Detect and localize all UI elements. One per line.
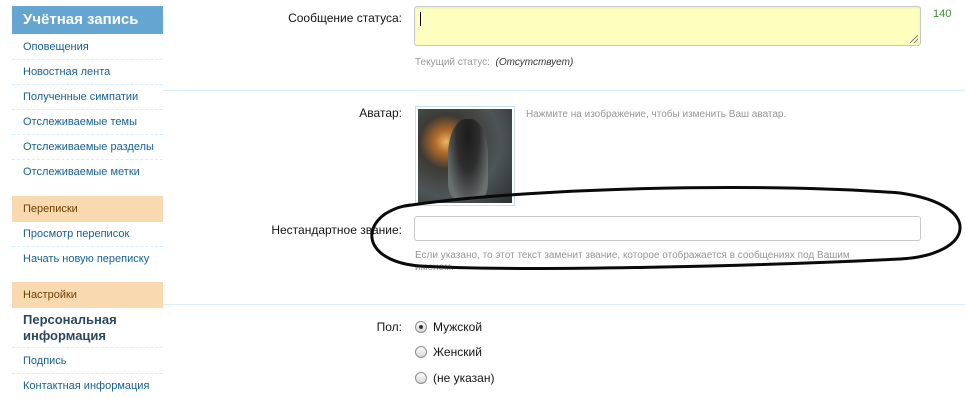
gender-option-male[interactable]: Мужской [415,320,482,334]
current-status: Текущий статус: (Отсутствует) [415,57,573,68]
avatar-image [418,109,512,203]
sidebar-item-personal-info[interactable]: Персональная информация [12,312,163,348]
sidebar-item-likes-received[interactable]: Полученные симпатии [12,85,163,110]
gender-label: Пол: [376,320,402,334]
gender-option-label: Мужской [433,320,483,334]
custom-title-input[interactable] [414,216,921,241]
status-textarea[interactable] [414,6,921,46]
sidebar-item-alerts[interactable]: Оповещения [12,35,163,60]
avatar-hint: Нажмите на изображение, чтобы изменить В… [526,109,787,120]
sidebar-item-watched-tags[interactable]: Отслеживаемые метки [12,160,163,185]
gender-option-label: (не указан) [433,371,495,385]
sidebar-item-view-conversations[interactable]: Просмотр переписок [12,222,163,247]
status-label: Сообщение статуса: [288,11,402,25]
divider [163,90,965,91]
custom-title-hint-line1: Если указано, то этот текст заменит зван… [415,250,850,261]
avatar-label: Аватар: [359,106,402,120]
custom-title-hint-line2: именем. [415,262,454,273]
gender-option-female[interactable]: Женский [415,345,482,359]
current-status-label: Текущий статус: [415,57,490,68]
gender-option-unspecified[interactable]: (не указан) [415,371,494,385]
sidebar-item-contact-info[interactable]: Контактная информация [12,374,163,399]
radio-icon[interactable] [415,372,427,384]
current-status-value: (Отсутствует) [495,57,574,68]
custom-title-label: Нестандартное звание: [271,223,402,237]
sidebar-item-signature[interactable]: Подпись [12,349,163,374]
sidebar-section-conversations: Переписки [12,196,163,222]
sidebar-header: Учётная запись [12,6,163,34]
radio-checked-icon[interactable] [415,321,427,333]
radio-icon[interactable] [415,346,427,358]
text-caret [420,12,421,26]
sidebar-item-start-conversation[interactable]: Начать новую переписку [12,247,163,272]
divider [163,304,965,305]
sidebar-item-watched-threads[interactable]: Отслеживаемые темы [12,110,163,135]
sidebar-item-news-feed[interactable]: Новостная лента [12,60,163,85]
account-sidebar: Учётная запись Оповещения Новостная лент… [0,0,163,395]
sidebar-item-watched-forums[interactable]: Отслеживаемые разделы [12,135,163,160]
avatar[interactable] [415,106,515,206]
gender-option-label: Женский [433,345,482,359]
resize-grip-icon[interactable] [910,35,918,43]
avatar-figure [448,119,488,199]
status-char-counter: 140 [933,8,952,20]
sidebar-section-settings: Настройки [12,282,163,308]
